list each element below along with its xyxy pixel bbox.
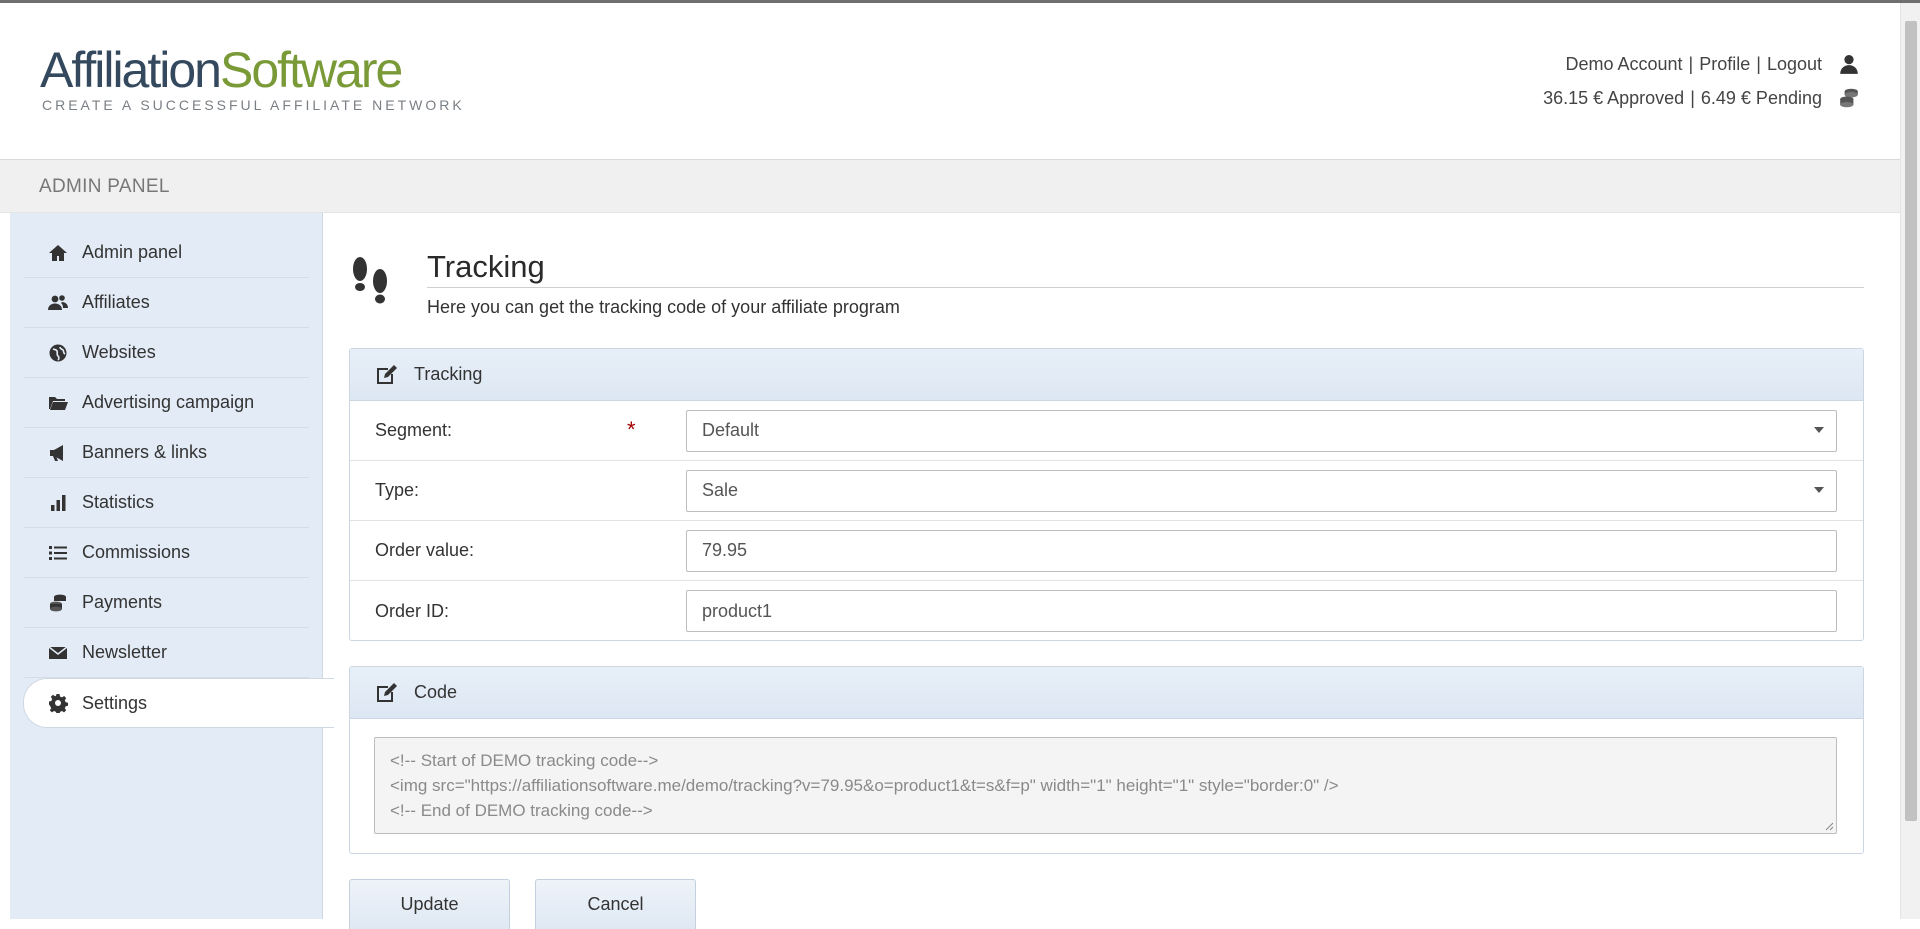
sidebar-item-label: Websites [82, 342, 156, 362]
sidebar-item-label: Banners & links [82, 442, 208, 462]
separator: | [1756, 54, 1761, 74]
update-button[interactable]: Update [349, 879, 510, 929]
order-value-text: 79.95 [702, 540, 748, 560]
account-links: Demo Account | Profile | Logout [1543, 47, 1860, 81]
users-icon [48, 294, 68, 310]
sidebar-item-label: Newsletter [82, 642, 168, 662]
approved-balance: 36.15 € Approved [1543, 88, 1685, 108]
coins-icon [1840, 88, 1858, 108]
logo-tagline: CREATE A SUCCESSFUL AFFILIATE NETWORK [42, 97, 465, 113]
logo[interactable]: AffiliationSoftware CREATE A SUCCESSFUL … [40, 45, 465, 113]
segment-value: Default [702, 420, 760, 440]
order-id-label: Order ID: [375, 600, 450, 621]
home-icon [49, 244, 67, 261]
page-title: Tracking [427, 249, 545, 284]
order-value-input[interactable]: 79.95 [686, 529, 1837, 572]
gear-icon [49, 694, 68, 713]
cancel-button[interactable]: Cancel [535, 879, 696, 929]
code-card: Code <!-- Start of DEMO tracking code-->… [349, 666, 1864, 854]
page-subtitle: Here you can get the tracking code of yo… [427, 297, 900, 317]
segment-row: Segment: * Default [350, 401, 1863, 461]
sidebar-item-label: Commissions [82, 542, 191, 562]
tracking-code-textarea[interactable]: <!-- Start of DEMO tracking code--> <img… [374, 737, 1837, 834]
code-card-header: Code [350, 667, 1863, 719]
edit-icon [377, 364, 397, 384]
sidebar-item-label: Admin panel [82, 242, 183, 262]
admin-panel-bar: ADMIN PANEL [0, 159, 1900, 213]
title-divider [427, 287, 1864, 288]
code-card-title: Code [414, 682, 458, 702]
profile-link[interactable]: Profile [1699, 47, 1750, 81]
footsteps-icon [353, 257, 387, 304]
sidebar-item-payments[interactable]: Payments [24, 578, 309, 628]
coins-icon [50, 594, 66, 611]
envelope-icon [48, 645, 68, 659]
tracking-card-title: Tracking [414, 364, 483, 384]
sidebar-item-advertising-campaign[interactable]: Advertising campaign [24, 378, 309, 428]
user-icon[interactable] [1838, 53, 1860, 75]
type-value: Sale [702, 480, 739, 500]
globe-icon [49, 344, 67, 361]
sidebar-item-label: Affiliates [82, 292, 150, 312]
balance-row: 36.15 € Approved | 6.49 € Pending [1543, 81, 1860, 115]
code-line: <img src="https://affiliationsoftware.me… [390, 776, 1339, 795]
sidebar-item-banners-links[interactable]: Banners & links [24, 428, 309, 478]
code-line: <!-- End of DEMO tracking code--> [390, 801, 653, 820]
pending-balance: 6.49 € Pending [1700, 88, 1822, 108]
separator: | [1688, 54, 1694, 74]
sidebar-item-commissions[interactable]: Commissions [24, 528, 309, 578]
browser-scrollbar[interactable] [1900, 3, 1920, 919]
order-value-label: Order value: [375, 540, 475, 560]
order-id-input[interactable]: product1 [686, 590, 1837, 632]
chevron-down-icon [1814, 486, 1824, 493]
account-area: Demo Account | Profile | Logout 36.15 € … [1543, 47, 1860, 115]
list-icon [49, 545, 67, 560]
sidebar-item-websites[interactable]: Websites [24, 328, 309, 378]
chevron-down-icon [1814, 426, 1824, 433]
sidebar-item-label: Payments [82, 592, 163, 612]
admin-panel-label: ADMIN PANEL [39, 176, 170, 197]
order-id-row: Order ID: product1 [350, 581, 1863, 641]
edit-icon [377, 682, 397, 702]
segment-label: Segment: [375, 420, 453, 440]
folder-icon [49, 396, 68, 410]
sidebar: Admin panel Affiliates Websites Advertis… [10, 213, 334, 919]
page: AffiliationSoftware CREATE A SUCCESSFUL … [0, 3, 1900, 929]
scrollbar-thumb[interactable] [1905, 21, 1917, 821]
main-content: Tracking Here you can get the tracking c… [349, 213, 1864, 929]
required-marker: * [627, 417, 636, 442]
separator: | [1690, 88, 1695, 108]
tracking-card: Tracking Segment: * Default Type: Sale O… [349, 348, 1864, 641]
header: AffiliationSoftware CREATE A SUCCESSFUL … [0, 3, 1900, 159]
type-label: Type: [375, 480, 420, 500]
order-value-row: Order value: 79.95 [350, 521, 1863, 581]
logout-link[interactable]: Logout [1767, 47, 1822, 81]
sidebar-item-label: Advertising campaign [82, 392, 255, 412]
demo-account-link[interactable]: Demo Account [1565, 47, 1682, 81]
sidebar-item-affiliates[interactable]: Affiliates [24, 278, 309, 328]
sidebar-item-label: Statistics [82, 492, 155, 512]
sidebar-item-newsletter[interactable]: Newsletter [24, 628, 309, 678]
sidebar-item-settings[interactable]: Settings [23, 678, 334, 728]
sidebar-item-admin-panel[interactable]: Admin panel [24, 228, 309, 278]
megaphone-icon [50, 444, 63, 461]
code-line: <!-- Start of DEMO tracking code--> [390, 751, 659, 770]
type-row: Type: Sale [350, 461, 1863, 521]
resize-handle-icon[interactable] [1824, 821, 1834, 831]
sidebar-item-statistics[interactable]: Statistics [24, 478, 309, 528]
segment-select[interactable]: Default [686, 409, 1837, 452]
order-id-text: product1 [702, 600, 773, 621]
bar-chart-icon [51, 494, 66, 511]
logo-text: AffiliationSoftware [40, 42, 403, 98]
type-select[interactable]: Sale [686, 469, 1837, 512]
sidebar-item-label: Settings [82, 692, 148, 713]
tracking-card-header: Tracking [350, 349, 1863, 401]
